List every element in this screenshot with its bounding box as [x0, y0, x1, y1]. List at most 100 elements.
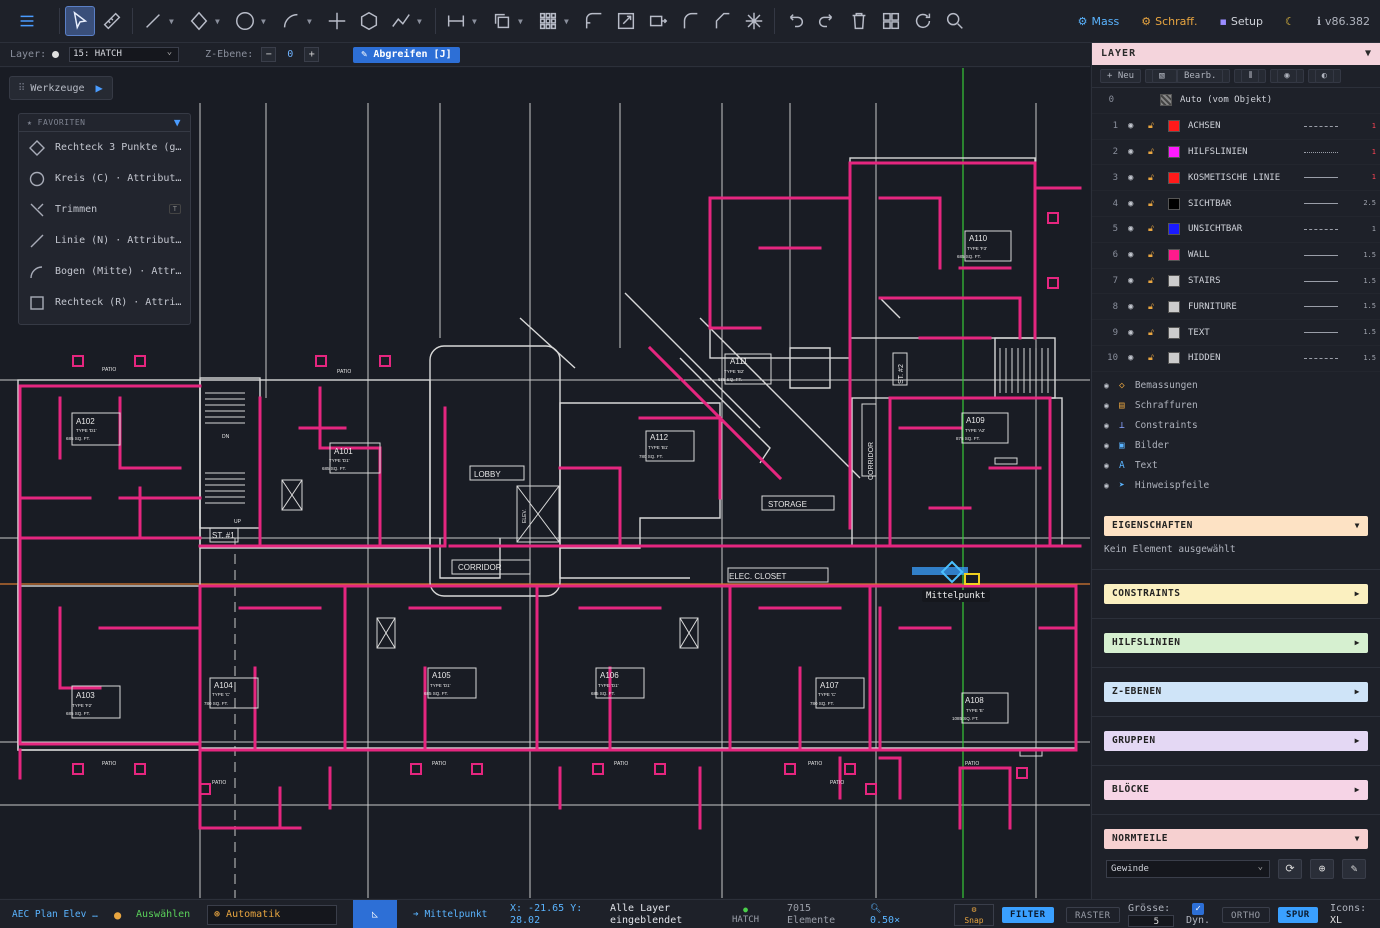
scale-tool-button[interactable]	[611, 6, 641, 36]
lock-icon[interactable]: 🔓︎	[1148, 121, 1160, 131]
line-style-preview[interactable]	[1304, 151, 1338, 153]
layer-color-swatch[interactable]	[1168, 145, 1180, 158]
line-style-preview[interactable]	[1304, 177, 1338, 179]
favorite-item[interactable]: Rechteck (R) · Attri…	[19, 287, 190, 318]
array-tool-button[interactable]	[533, 6, 563, 36]
eye-icon[interactable]: ◉	[1104, 381, 1109, 390]
sublayer-row[interactable]: ◉ ▤ Schraffuren	[1092, 396, 1380, 416]
eye-icon[interactable]: ◉	[1104, 441, 1109, 450]
line-weight[interactable]: 1.5	[1363, 302, 1376, 310]
hilfslinien-header[interactable]: HILFSLINIEN ▶	[1104, 632, 1368, 653]
layer-row-auto[interactable]: 0 Auto (vom Objekt)	[1092, 88, 1380, 114]
zebene-value[interactable]: 0	[284, 49, 296, 60]
arc-tool-caret[interactable]: ▼	[307, 17, 317, 26]
layer-color-swatch[interactable]	[1168, 197, 1180, 210]
size-input[interactable]: 5	[1128, 914, 1174, 927]
zebene-plus-button[interactable]: +	[304, 47, 320, 62]
line-weight[interactable]: 1.5	[1363, 277, 1376, 285]
raster-button[interactable]: RASTER	[1066, 900, 1120, 928]
mass-button[interactable]: ⚙ Mass	[1078, 15, 1120, 28]
layer-row[interactable]: 8 ◉ 🔓︎ FURNITURE 1.5	[1092, 294, 1380, 321]
rectangle-tool-caret[interactable]: ▼	[215, 17, 225, 26]
lock-icon[interactable]: 🔓︎	[1148, 199, 1160, 209]
file-name[interactable]: AEC Plan Elev …	[12, 900, 98, 928]
gruppen-header[interactable]: GRUPPEN ▶	[1104, 730, 1368, 751]
grab-button[interactable]: ✎ Abgreifen [J]	[353, 46, 460, 63]
lock-icon[interactable]: 🔓︎	[1148, 302, 1160, 312]
contrast-button[interactable]: ◐	[1307, 69, 1342, 83]
current-layer-indicator[interactable]: ● HATCH	[732, 900, 759, 928]
rectangle-tool-button[interactable]	[184, 6, 214, 36]
sublayer-row[interactable]: ◉ ⊥ Constraints	[1092, 416, 1380, 436]
lock-icon[interactable]: 🔓︎	[1148, 173, 1160, 183]
refresh-button[interactable]: ⟳	[1278, 858, 1302, 879]
layer-row[interactable]: 4 ◉ 🔓︎ SICHTBAR 2.5	[1092, 191, 1380, 217]
eye-icon[interactable]: ◉	[1104, 401, 1109, 410]
lock-icon[interactable]: 🔓︎	[1148, 328, 1160, 338]
layer-color-swatch[interactable]	[1168, 300, 1180, 313]
visibility-all-button[interactable]: ◉	[1270, 69, 1304, 83]
layer-color-swatch[interactable]	[1168, 326, 1180, 339]
eye-icon[interactable]: ◉	[1128, 173, 1140, 183]
eye-icon[interactable]: ◉	[1128, 276, 1140, 286]
layer-row[interactable]: 10 ◉ 🔓︎ HIDDEN 1.5	[1092, 346, 1380, 372]
layer-row[interactable]: 6 ◉ 🔓︎ WALL 1.5	[1092, 243, 1380, 269]
lock-icon[interactable]: 🔓︎	[1148, 276, 1160, 286]
bloecke-header[interactable]: BLÖCKE ▶	[1104, 779, 1368, 800]
constraints-header[interactable]: CONSTRAINTS ▶	[1104, 583, 1368, 604]
menu-button[interactable]	[12, 6, 42, 36]
lock-icon[interactable]: 🔓︎	[1148, 250, 1160, 260]
chamfer-tool-button[interactable]	[707, 6, 737, 36]
undo-button[interactable]	[780, 6, 810, 36]
layer-row[interactable]: 2 ◉ 🔓︎ HILFSLINIEN 1	[1092, 140, 1380, 166]
favorite-item[interactable]: Bogen (Mitte) · Attr…	[19, 256, 190, 287]
layer-row[interactable]: 9 ◉ 🔓︎ TEXT 1.5	[1092, 320, 1380, 346]
ortho-button[interactable]: ORTHO	[1222, 900, 1270, 928]
favorites-header[interactable]: ★ FAVORITEN ▼	[19, 114, 190, 132]
edit-layer-button[interactable]: ▧ Bearb.	[1145, 69, 1231, 83]
dimension-tool-button[interactable]	[441, 6, 471, 36]
layer-color-swatch[interactable]	[1168, 249, 1180, 262]
zebenen-header[interactable]: Z-EBENEN ▶	[1104, 681, 1368, 702]
line-weight[interactable]: 1	[1372, 173, 1376, 181]
zebene-minus-button[interactable]: −	[261, 47, 277, 62]
eye-icon[interactable]: ◉	[1128, 121, 1140, 131]
layer-color-swatch[interactable]	[1168, 171, 1180, 184]
snap-toggle-button[interactable]: ⚙ Snap	[954, 904, 994, 926]
eye-icon[interactable]: ◉	[1128, 353, 1140, 363]
line-weight[interactable]: 1.5	[1363, 251, 1376, 259]
eye-icon[interactable]: ◉	[1128, 328, 1140, 338]
lock-icon[interactable]: 🔓︎	[1148, 224, 1160, 234]
copy-tool-caret[interactable]: ▼	[518, 17, 528, 26]
auto-select[interactable]: ⊛ Automatik	[207, 900, 337, 928]
move-tool-button[interactable]	[643, 6, 673, 36]
line-weight[interactable]: 2.5	[1363, 199, 1376, 207]
setup-button[interactable]: ▪ Setup	[1219, 15, 1263, 28]
favorite-item[interactable]: Kreis (C) · Attribut…	[19, 163, 190, 194]
line-weight[interactable]: 1	[1372, 122, 1376, 130]
zoom-indicator[interactable]: 🔍︎ 0.50×	[870, 900, 900, 928]
eye-icon[interactable]: ◉	[1104, 461, 1109, 470]
polygon-tool-button[interactable]	[354, 6, 384, 36]
layer-color-swatch[interactable]	[1168, 352, 1180, 365]
line-weight[interactable]: 1.5	[1363, 354, 1376, 362]
eye-icon[interactable]: ◉	[1128, 250, 1140, 260]
sublayer-row[interactable]: ◉ ◇ Bemassungen	[1092, 376, 1380, 396]
select-tool-button[interactable]	[65, 6, 95, 36]
favorite-item[interactable]: Trimmen T	[19, 194, 190, 225]
delete-button[interactable]	[844, 6, 874, 36]
layer-color-swatch[interactable]	[1168, 120, 1180, 133]
layer-section-header[interactable]: LAYER ▼	[1092, 43, 1380, 65]
layer-row[interactable]: 5 ◉ 🔓︎ UNSICHTBAR 1	[1092, 217, 1380, 243]
regenerate-button[interactable]	[908, 6, 938, 36]
favorite-item[interactable]: Linie (N) · Attribut…	[19, 225, 190, 256]
eigenschaften-header[interactable]: EIGENSCHAFTEN ▼	[1104, 515, 1368, 536]
drawing-canvas[interactable]: A102 TYPE 'D1' 685 SQ. FT. A101 TYPE 'D1…	[0, 68, 1090, 898]
layer-select[interactable]: 15: HATCH	[69, 46, 180, 62]
polyline-tool-button[interactable]	[386, 6, 416, 36]
layer-color-swatch[interactable]	[1168, 223, 1180, 236]
layer-color-swatch[interactable]	[1168, 274, 1180, 287]
circle-tool-caret[interactable]: ▼	[261, 17, 271, 26]
line-weight[interactable]: 1.5	[1363, 328, 1376, 336]
search-button[interactable]	[940, 6, 970, 36]
